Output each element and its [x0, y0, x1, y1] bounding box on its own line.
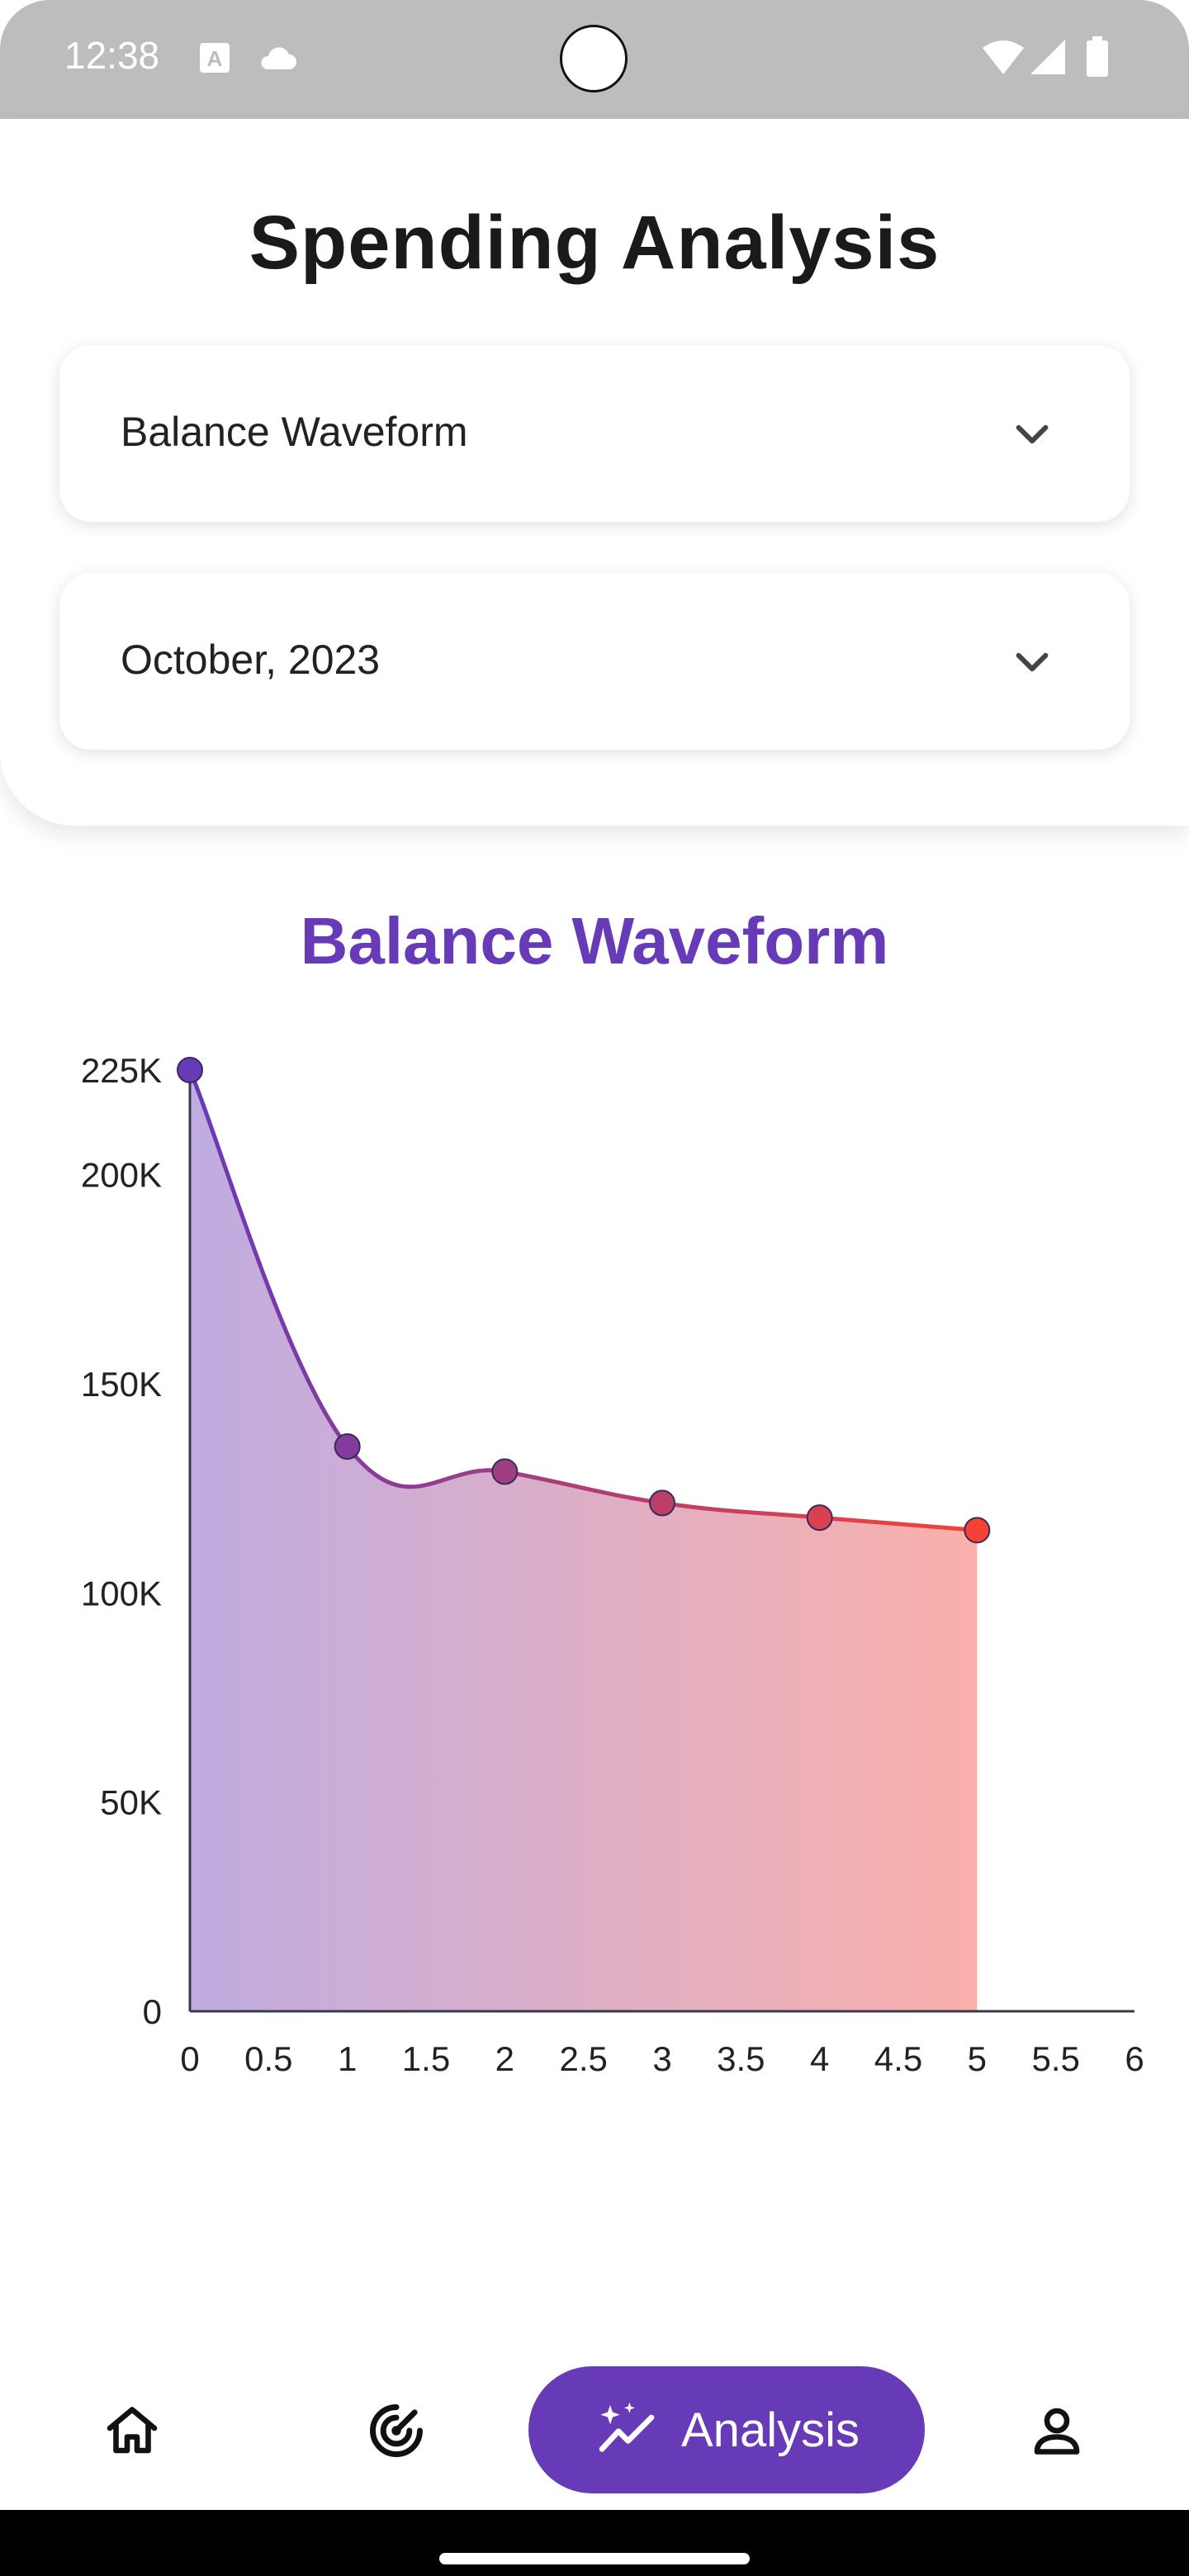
x-tick-label: 4.5	[874, 2039, 922, 2078]
chart-title: Balance Waveform	[300, 904, 889, 978]
balance-chart: 0 0.5 1 1.5 2 2.5 3 3.5 4 4.5 5 5.5 6 0 50K 100K 150K 20…	[81, 1051, 1144, 2078]
home-icon	[107, 2407, 158, 2454]
chart-type-dropdown[interactable]: Balance Waveform	[59, 345, 1130, 522]
x-tick-label: 1.5	[402, 2039, 450, 2078]
accessibility-notification-icon: A	[200, 43, 230, 73]
chevron-down-icon	[1016, 424, 1049, 444]
y-tick-label: 150K	[81, 1365, 162, 1404]
chart-type-value: Balance Waveform	[121, 409, 468, 455]
x-tick-label: 5.5	[1031, 2039, 1079, 2078]
nav-analysis-label: Analysis	[681, 2403, 860, 2457]
y-tick-label: 50K	[100, 1783, 162, 1822]
area-fill	[190, 1070, 978, 2011]
status-time: 12:38	[64, 34, 160, 77]
camera-cutout	[560, 25, 628, 92]
bottom-navigation: Analysis	[0, 2345, 1189, 2510]
x-tick-label: 5	[968, 2039, 987, 2078]
page-title: Spending Analysis	[249, 201, 940, 285]
y-tick-label: 225K	[81, 1051, 162, 1090]
y-tick-label: 200K	[81, 1156, 162, 1195]
x-tick-label: 3	[652, 2039, 671, 2078]
status-bar: 12:38 A	[0, 0, 1189, 119]
nav-analysis[interactable]: Analysis	[528, 2366, 925, 2493]
data-point	[491, 1458, 519, 1485]
x-tick-label: 3.5	[717, 2039, 765, 2078]
x-tick-label: 0.5	[244, 2039, 292, 2078]
data-point	[806, 1504, 833, 1532]
chevron-down-icon	[1016, 652, 1049, 672]
data-point	[177, 1057, 203, 1083]
x-tick-label: 0	[180, 2039, 199, 2078]
month-dropdown[interactable]: October, 2023	[59, 573, 1130, 750]
gesture-handle[interactable]	[439, 2553, 750, 2564]
sparkle-chart-icon	[599, 2402, 655, 2452]
radar-icon	[370, 2404, 423, 2457]
data-point	[649, 1489, 675, 1517]
battery-icon	[1087, 36, 1108, 77]
x-tick-label: 2	[495, 2039, 514, 2078]
x-tick-label: 1	[338, 2039, 357, 2078]
x-tick-label: 2.5	[559, 2039, 607, 2078]
person-icon	[1034, 2408, 1080, 2455]
svg-text:A: A	[207, 46, 223, 71]
x-tick-label: 4	[810, 2039, 829, 2078]
y-tick-label: 100K	[81, 1574, 162, 1612]
nav-radar[interactable]	[347, 2381, 446, 2480]
data-point	[334, 1433, 361, 1460]
signal-icon	[1030, 40, 1065, 74]
month-value: October, 2023	[121, 637, 381, 683]
cloud-icon	[261, 47, 296, 69]
gesture-navigation-bar	[0, 2510, 1189, 2576]
wifi-icon	[983, 40, 1024, 74]
y-tick-label: 0	[143, 1992, 162, 2031]
nav-profile[interactable]	[1007, 2381, 1106, 2480]
x-tick-label: 6	[1125, 2039, 1144, 2078]
data-point	[964, 1517, 991, 1544]
nav-home[interactable]	[83, 2381, 182, 2480]
